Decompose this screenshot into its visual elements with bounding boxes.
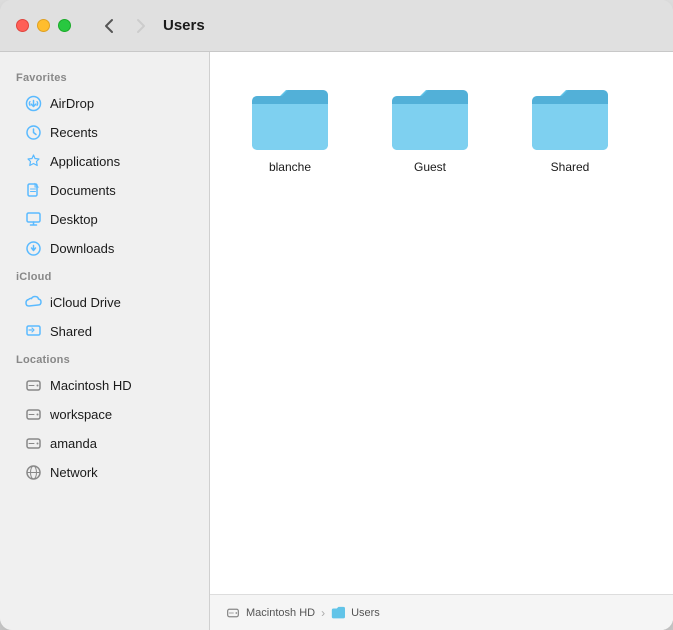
traffic-lights xyxy=(16,19,71,32)
folder-label-guest: Guest xyxy=(414,160,446,174)
documents-icon xyxy=(24,181,42,199)
disk-icon-macintosh xyxy=(24,376,42,394)
folder-icon-shared xyxy=(530,82,610,152)
folder-item-shared[interactable]: Shared xyxy=(520,82,620,174)
folder-icon-blanche xyxy=(250,82,330,152)
disk-icon-amanda xyxy=(24,434,42,452)
minimize-button[interactable] xyxy=(37,19,50,32)
window-title: Users xyxy=(163,17,205,34)
applications-icon xyxy=(24,152,42,170)
icloud-icon xyxy=(24,293,42,311)
close-button[interactable] xyxy=(16,19,29,32)
statusbar-disk-icon xyxy=(226,606,240,620)
statusbar-folder: Users xyxy=(351,607,380,619)
folder-item-blanche[interactable]: blanche xyxy=(240,82,340,174)
sidebar-label-network: Network xyxy=(50,465,98,480)
sidebar-section-icloud: iCloud xyxy=(0,263,209,287)
sidebar: Favorites AirDrop Recents xyxy=(0,52,210,630)
sidebar-label-amanda: amanda xyxy=(50,436,97,451)
desktop-icon xyxy=(24,210,42,228)
sidebar-item-icloud-drive[interactable]: iCloud Drive xyxy=(8,288,201,316)
statusbar-folder-icon xyxy=(331,606,345,620)
sidebar-section-locations: Locations xyxy=(0,346,209,370)
finder-window: Users Favorites AirDrop Recents xyxy=(0,0,673,630)
titlebar: Users xyxy=(0,0,673,52)
folder-label-blanche: blanche xyxy=(269,160,311,174)
folder-label-shared: Shared xyxy=(551,160,590,174)
sidebar-label-icloud-drive: iCloud Drive xyxy=(50,295,121,310)
sidebar-item-macintosh-hd[interactable]: Macintosh HD xyxy=(8,371,201,399)
forward-button[interactable] xyxy=(127,12,155,40)
titlebar-nav xyxy=(95,12,155,40)
sidebar-section-favorites: Favorites xyxy=(0,64,209,88)
disk-icon-workspace xyxy=(24,405,42,423)
sidebar-item-amanda[interactable]: amanda xyxy=(8,429,201,457)
sidebar-label-macintosh-hd: Macintosh HD xyxy=(50,378,132,393)
files-area: blanche Guest xyxy=(210,52,673,594)
back-button[interactable] xyxy=(95,12,123,40)
sidebar-item-applications[interactable]: Applications xyxy=(8,147,201,175)
maximize-button[interactable] xyxy=(58,19,71,32)
sidebar-label-airdrop: AirDrop xyxy=(50,96,94,111)
shared-icon xyxy=(24,322,42,340)
statusbar: Macintosh HD › Users xyxy=(210,594,673,630)
network-icon xyxy=(24,463,42,481)
sidebar-label-documents: Documents xyxy=(50,183,116,198)
sidebar-item-network[interactable]: Network xyxy=(8,458,201,486)
downloads-icon xyxy=(24,239,42,257)
recents-icon xyxy=(24,123,42,141)
sidebar-item-airdrop[interactable]: AirDrop xyxy=(8,89,201,117)
sidebar-item-workspace[interactable]: workspace xyxy=(8,400,201,428)
sidebar-item-desktop[interactable]: Desktop xyxy=(8,205,201,233)
content-area: Favorites AirDrop Recents xyxy=(0,52,673,630)
folder-icon-guest xyxy=(390,82,470,152)
statusbar-separator: › xyxy=(321,606,325,620)
sidebar-item-shared-icloud[interactable]: Shared xyxy=(8,317,201,345)
sidebar-label-workspace: workspace xyxy=(50,407,112,422)
statusbar-drive: Macintosh HD xyxy=(246,607,315,619)
sidebar-label-downloads: Downloads xyxy=(50,241,114,256)
sidebar-scroll: Favorites AirDrop Recents xyxy=(0,52,210,499)
sidebar-item-documents[interactable]: Documents xyxy=(8,176,201,204)
sidebar-label-applications: Applications xyxy=(50,154,120,169)
sidebar-label-desktop: Desktop xyxy=(50,212,98,227)
sidebar-label-recents: Recents xyxy=(50,125,98,140)
folder-item-guest[interactable]: Guest xyxy=(380,82,480,174)
sidebar-item-downloads[interactable]: Downloads xyxy=(8,234,201,262)
sidebar-label-shared-icloud: Shared xyxy=(50,324,92,339)
main-panel: blanche Guest xyxy=(210,52,673,630)
airdrop-icon xyxy=(24,94,42,112)
sidebar-item-recents[interactable]: Recents xyxy=(8,118,201,146)
